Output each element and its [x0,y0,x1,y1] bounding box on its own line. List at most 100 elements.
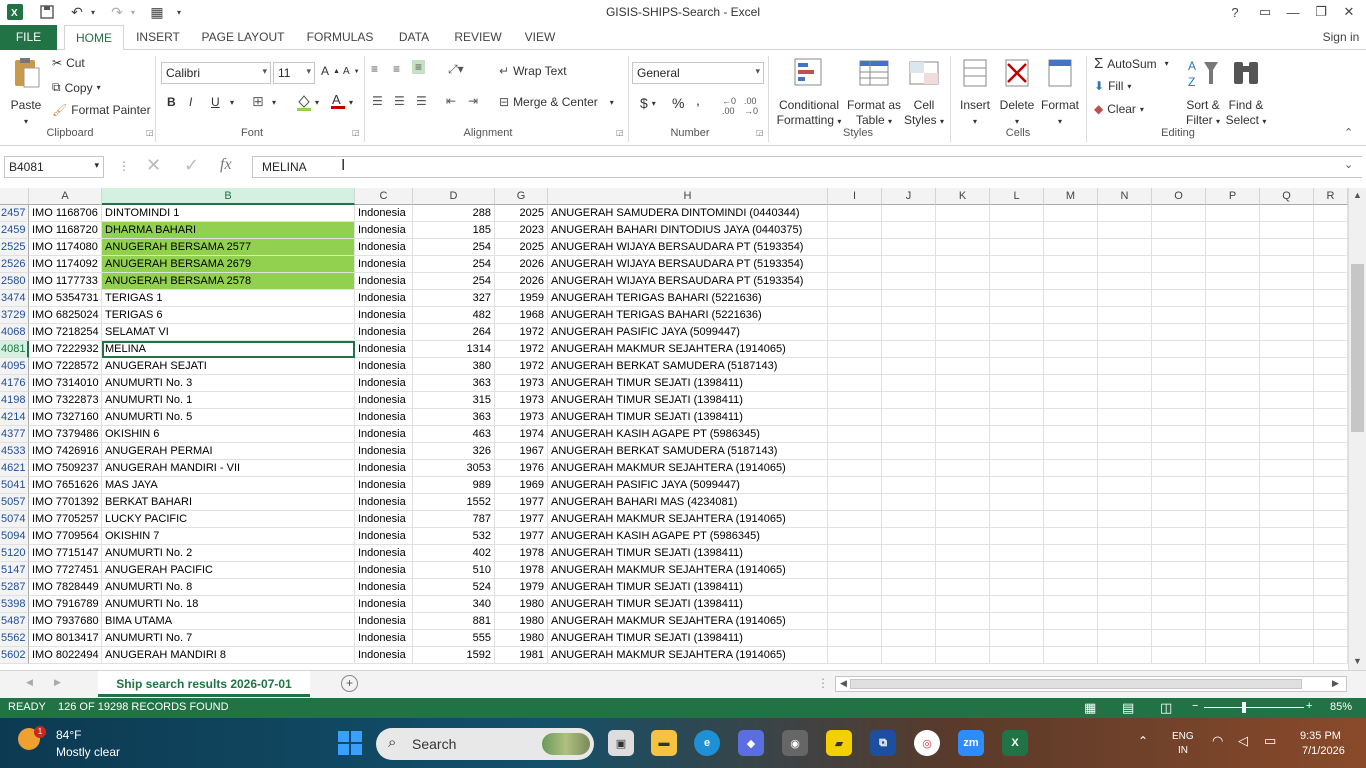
cell-h[interactable]: ANUGERAH WIJAYA BERSAUDARA PT (5193354) [548,256,828,273]
empty-cell[interactable] [990,324,1044,341]
insert-function-icon[interactable]: fx [220,156,232,174]
empty-cell[interactable] [1098,613,1152,630]
empty-cell[interactable] [1098,409,1152,426]
empty-cell[interactable] [1260,409,1314,426]
fill-color-dropdown-icon[interactable]: ▾ [315,98,319,107]
empty-cell[interactable] [1206,647,1260,664]
empty-cell[interactable] [1206,239,1260,256]
empty-cell[interactable] [882,596,936,613]
empty-cell[interactable] [1206,222,1260,239]
empty-cell[interactable] [1152,613,1206,630]
empty-cell[interactable] [1260,579,1314,596]
cell-a[interactable]: IMO 7916789 [29,596,102,613]
sign-in-link[interactable]: Sign in [1316,25,1366,50]
empty-cell[interactable] [1044,324,1098,341]
empty-cell[interactable] [1152,409,1206,426]
empty-cell[interactable] [990,477,1044,494]
align-top-icon[interactable]: ≡ [371,62,378,76]
empty-cell[interactable] [936,630,990,647]
empty-cell[interactable] [882,511,936,528]
empty-cell[interactable] [828,307,882,324]
row-header[interactable]: 4081 [0,341,29,358]
cell-g[interactable]: 1977 [495,494,548,511]
empty-cell[interactable] [1098,477,1152,494]
number-launcher-icon[interactable]: ◲ [756,128,764,137]
column-header[interactable]: B [102,188,355,205]
empty-cell[interactable] [1044,545,1098,562]
cell-c[interactable]: Indonesia [355,273,413,290]
row-header[interactable]: 4068 [0,324,29,341]
empty-cell[interactable] [936,290,990,307]
format-cells-button[interactable]: Format ▾ [1038,56,1082,129]
empty-cell[interactable] [882,630,936,647]
empty-cell[interactable] [1098,307,1152,324]
column-header[interactable]: O [1152,188,1206,205]
show-hidden-icons-icon[interactable]: ⌃ [1138,734,1148,748]
empty-cell[interactable] [1206,341,1260,358]
empty-cell[interactable] [1206,511,1260,528]
empty-cell[interactable] [1314,528,1348,545]
cell-d[interactable]: 3053 [413,460,495,477]
next-sheet-icon[interactable]: ▶ [54,677,61,688]
row-header[interactable]: 5041 [0,477,29,494]
empty-cell[interactable] [936,324,990,341]
row-header[interactable]: 4377 [0,426,29,443]
empty-cell[interactable] [1314,426,1348,443]
cell-g[interactable]: 1979 [495,579,548,596]
cell-a[interactable]: IMO 1168720 [29,222,102,239]
excel-taskbar-icon[interactable]: X [1002,730,1028,756]
paste-button[interactable]: Paste ▾ [6,56,46,129]
cell-h[interactable]: ANUGERAH MAKMUR SEJAHTERA (1914065) [548,460,828,477]
underline-dropdown-icon[interactable]: ▾ [230,98,234,107]
cell-g[interactable]: 1967 [495,443,548,460]
expand-formula-bar-icon[interactable]: ⌄ [1344,158,1353,171]
cell-b[interactable]: ANUMURTI No. 18 [102,596,355,613]
cell-d[interactable]: 326 [413,443,495,460]
empty-cell[interactable] [1098,579,1152,596]
empty-cell[interactable] [1314,290,1348,307]
scroll-down-icon[interactable]: ▼ [1353,656,1362,666]
empty-cell[interactable] [936,222,990,239]
cell-a[interactable]: IMO 7426916 [29,443,102,460]
empty-cell[interactable] [990,511,1044,528]
cell-h[interactable]: ANUGERAH KASIH AGAPE PT (5986345) [548,426,828,443]
empty-cell[interactable] [882,222,936,239]
ribbon-display-options-icon[interactable]: ▭ [1250,0,1280,24]
empty-cell[interactable] [990,358,1044,375]
cell-h[interactable]: ANUGERAH MAKMUR SEJAHTERA (1914065) [548,647,828,664]
empty-cell[interactable] [828,341,882,358]
empty-cell[interactable] [1044,222,1098,239]
empty-cell[interactable] [1098,647,1152,664]
cell-h[interactable]: ANUGERAH MAKMUR SEJAHTERA (1914065) [548,341,828,358]
row-header[interactable]: 5057 [0,494,29,511]
empty-cell[interactable] [828,290,882,307]
cell-a[interactable]: IMO 7327160 [29,409,102,426]
cell-h[interactable]: ANUGERAH WIJAYA BERSAUDARA PT (5193354) [548,273,828,290]
empty-cell[interactable] [990,460,1044,477]
empty-cell[interactable] [990,239,1044,256]
language-label[interactable]: ENG [1172,731,1194,742]
cell-a[interactable]: IMO 7651626 [29,477,102,494]
cell-a[interactable]: IMO 7218254 [29,324,102,341]
empty-cell[interactable] [1260,630,1314,647]
volume-icon[interactable]: ◁ [1238,733,1248,749]
cell-b[interactable]: ANUGERAH MANDIRI - VII [102,460,355,477]
empty-cell[interactable] [828,239,882,256]
empty-cell[interactable] [1260,596,1314,613]
cell-b[interactable]: ANUGERAH BERSAMA 2679 [102,256,355,273]
empty-cell[interactable] [1260,528,1314,545]
cell-h[interactable]: ANUGERAH TIMUR SEJATI (1398411) [548,375,828,392]
hscroll-thumb[interactable] [850,679,1302,689]
empty-cell[interactable] [1260,358,1314,375]
screen-capture-icon[interactable]: ⧉ [870,730,896,756]
column-header[interactable]: A [29,188,102,205]
empty-cell[interactable] [1314,630,1348,647]
empty-cell[interactable] [1260,307,1314,324]
empty-cell[interactable] [1152,256,1206,273]
cell-g[interactable]: 1972 [495,341,548,358]
cell-d[interactable]: 315 [413,392,495,409]
align-center-icon[interactable]: ☰ [394,94,405,108]
empty-cell[interactable] [1044,511,1098,528]
cell-b[interactable]: LUCKY PACIFIC [102,511,355,528]
empty-cell[interactable] [882,256,936,273]
